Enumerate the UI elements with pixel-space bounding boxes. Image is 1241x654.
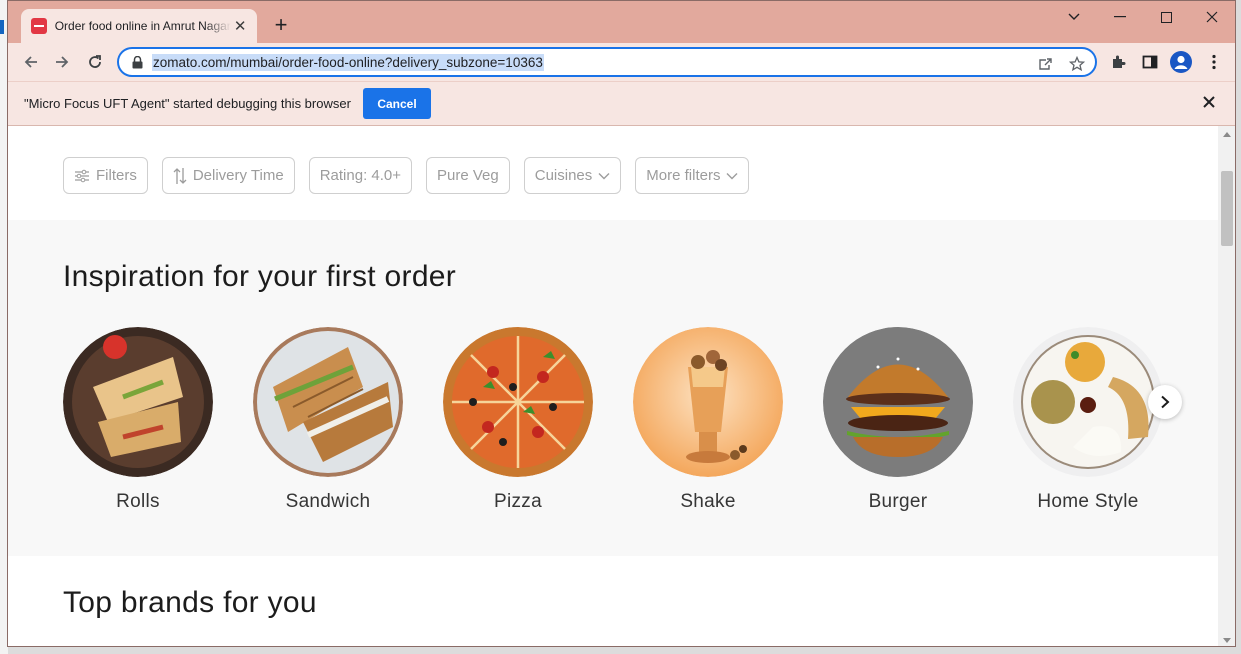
chevron-down-icon <box>726 172 738 179</box>
food-label: Burger <box>868 491 928 512</box>
food-item-rolls[interactable]: Rolls <box>63 327 213 513</box>
maximize-icon[interactable] <box>1143 1 1189 33</box>
scroll-down-arrow-icon[interactable] <box>1223 638 1231 643</box>
bookmark-star-icon[interactable] <box>1067 54 1087 74</box>
back-arrow-icon[interactable] <box>19 50 43 74</box>
carousel-next-button[interactable] <box>1148 385 1182 419</box>
food-item-pizza[interactable]: Pizza <box>443 327 593 513</box>
food-label: Home Style <box>1037 491 1139 512</box>
delivery-time-chip[interactable]: Delivery Time <box>161 157 295 194</box>
sliders-icon <box>75 169 89 182</box>
food-label: Rolls <box>116 491 160 512</box>
url-text[interactable]: zomato.com/mumbai/order-food-online?deli… <box>152 53 544 71</box>
reload-icon[interactable] <box>83 50 107 74</box>
zomato-favicon-icon <box>31 18 47 34</box>
browser-tab[interactable]: Order food online in Amrut Nagar ✕ <box>21 9 257 43</box>
home-style-image <box>1013 327 1163 477</box>
delivery-time-label: Delivery Time <box>192 167 284 184</box>
debug-infobar: "Micro Focus UFT Agent" started debuggin… <box>8 81 1235 126</box>
rating-chip[interactable]: Rating: 4.0+ <box>308 157 413 194</box>
infobar-close-icon[interactable] <box>1201 94 1217 110</box>
menu-kebab-icon[interactable] <box>1202 50 1226 74</box>
chevron-down-icon <box>598 172 610 179</box>
scroll-thumb[interactable] <box>1221 171 1233 246</box>
extensions-puzzle-icon[interactable] <box>1106 50 1130 74</box>
new-tab-button[interactable]: + <box>269 13 293 37</box>
inspiration-section: Inspiration for your first order Rolls S… <box>8 220 1218 556</box>
food-item-home-style[interactable]: Home Style <box>1013 327 1163 513</box>
tab-close-icon[interactable]: ✕ <box>231 17 249 35</box>
food-item-sandwich[interactable]: Sandwich <box>253 327 403 513</box>
pure-veg-label: Pure Veg <box>437 167 499 184</box>
debug-message: "Micro Focus UFT Agent" started debuggin… <box>24 96 351 111</box>
filters-chip[interactable]: Filters <box>63 157 148 194</box>
rating-label: Rating: 4.0+ <box>319 167 402 184</box>
tab-search-icon[interactable] <box>1051 1 1097 33</box>
shake-image <box>633 327 783 477</box>
filters-label: Filters <box>96 167 137 184</box>
lock-icon[interactable] <box>130 55 144 69</box>
pizza-image <box>443 327 593 477</box>
forward-arrow-icon[interactable] <box>50 50 74 74</box>
page-scrollbar[interactable] <box>1218 126 1235 646</box>
cuisines-chip[interactable]: Cuisines <box>523 157 622 194</box>
rolls-image <box>63 327 213 477</box>
inspiration-title: Inspiration for your first order <box>63 260 457 293</box>
filter-bar: Filters Delivery Time Rating: 4.0+ Pure … <box>63 157 750 194</box>
more-filters-chip[interactable]: More filters <box>635 157 750 194</box>
chevron-right-icon <box>1161 395 1170 409</box>
cancel-button[interactable]: Cancel <box>363 88 431 119</box>
food-item-burger[interactable]: Burger <box>823 327 973 513</box>
sandwich-image <box>253 327 403 477</box>
address-bar[interactable]: zomato.com/mumbai/order-food-online?deli… <box>117 47 1097 77</box>
tab-title: Order food online in Amrut Nagar <box>54 19 231 33</box>
cuisines-label: Cuisines <box>534 167 593 184</box>
page-content: Filters Delivery Time Rating: 4.0+ Pure … <box>8 126 1218 646</box>
share-icon[interactable] <box>1035 54 1055 74</box>
close-window-icon[interactable] <box>1189 1 1235 33</box>
browser-window: Order food online in Amrut Nagar ✕ + zom… <box>7 0 1236 647</box>
minimize-icon[interactable] <box>1097 1 1143 33</box>
scroll-up-arrow-icon[interactable] <box>1223 132 1231 137</box>
food-label: Shake <box>680 491 736 512</box>
tab-strip: Order food online in Amrut Nagar ✕ + <box>8 1 1235 43</box>
side-panel-icon[interactable] <box>1138 50 1162 74</box>
profile-avatar-icon[interactable] <box>1169 50 1193 74</box>
browser-toolbar: zomato.com/mumbai/order-food-online?deli… <box>8 43 1235 81</box>
food-label: Sandwich <box>285 491 371 512</box>
sort-arrows-icon <box>173 167 187 184</box>
top-brands-title: Top brands for you <box>63 586 317 619</box>
more-filters-label: More filters <box>646 167 721 184</box>
food-item-shake[interactable]: Shake <box>633 327 783 513</box>
pure-veg-chip[interactable]: Pure Veg <box>426 157 510 194</box>
food-label: Pizza <box>494 491 542 512</box>
burger-image <box>823 327 973 477</box>
